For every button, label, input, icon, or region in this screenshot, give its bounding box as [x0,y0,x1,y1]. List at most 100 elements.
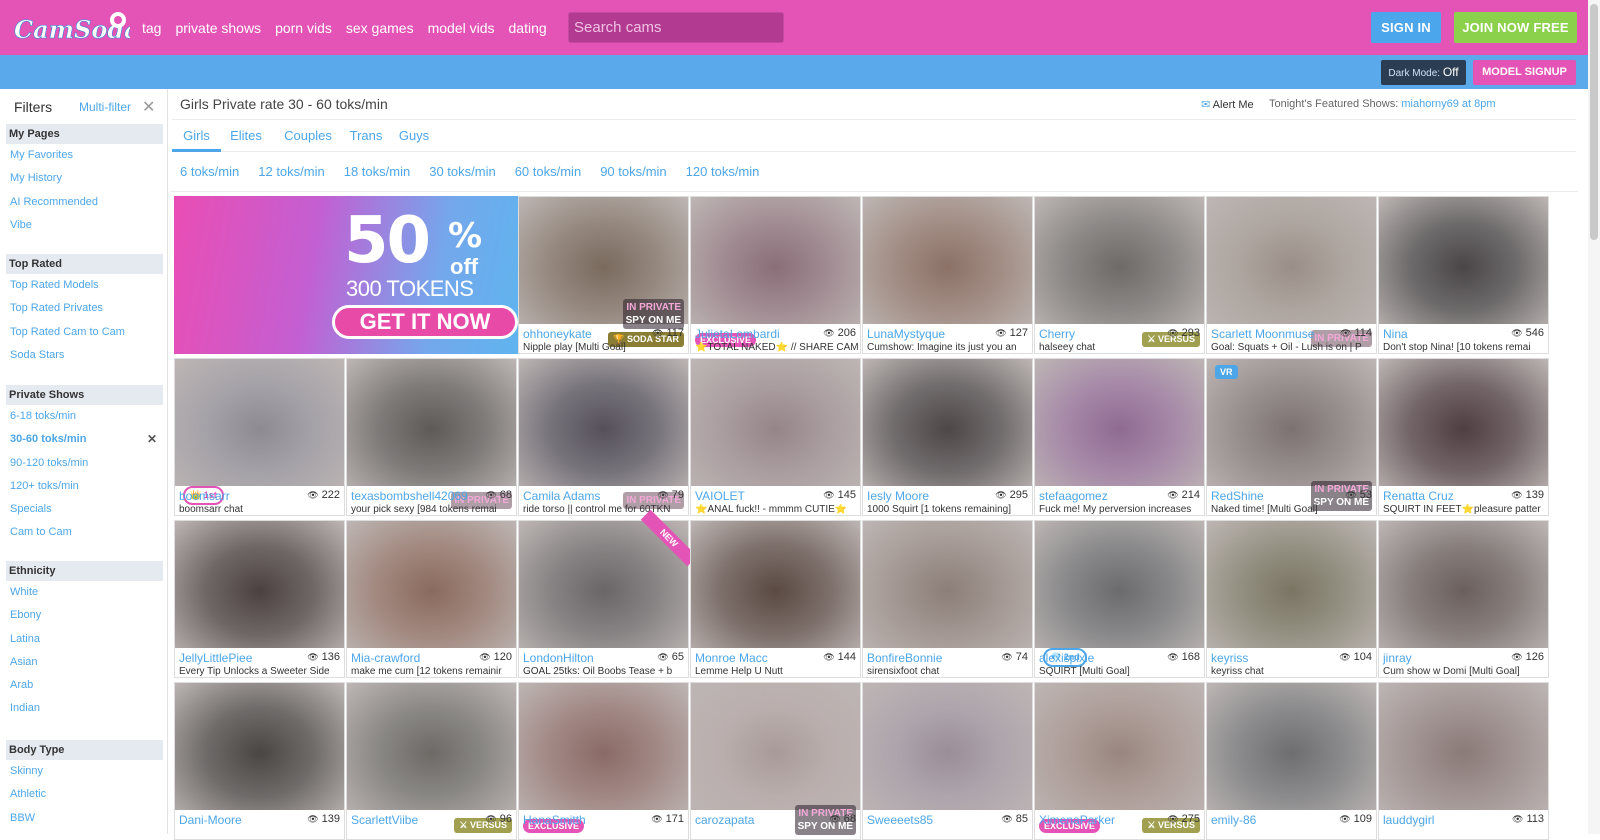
sign-in-button[interactable]: SIGN IN [1371,12,1441,43]
model-name[interactable]: RedShine [1211,489,1339,503]
cam-tile[interactable]: Dani-Moore 👁 139 [174,682,345,840]
sidebar-item-athletic[interactable]: Athletic [6,783,163,806]
cam-thumbnail[interactable] [1035,521,1204,648]
cam-thumbnail[interactable] [1207,683,1376,810]
cam-thumbnail[interactable] [347,359,516,486]
tab-couples[interactable]: Couples [278,120,338,152]
sidebar-item-6-18[interactable]: 6-18 toks/min [6,405,163,428]
cam-thumbnail[interactable] [691,359,860,486]
model-name[interactable]: Mia-crawford [351,651,479,665]
cam-thumbnail[interactable] [347,521,516,648]
model-name[interactable]: emily-86 [1211,813,1339,827]
model-name[interactable]: Monroe Macc [695,651,823,665]
cam-tile[interactable]: ⚔ VERSUS ScarlettViibe 👁 96 [346,682,517,840]
sidebar-item-my-favorites[interactable]: My Favorites [6,144,163,167]
cam-tile[interactable]: keyriss 👁 104 keyriss chat [1206,520,1377,678]
cam-thumbnail[interactable] [1379,359,1548,486]
model-name[interactable]: lauddygirl [1383,813,1511,827]
cam-thumbnail[interactable] [691,683,860,810]
cam-tile[interactable]: IN PRIVATE Camila Adams 👁 79 ride torso || c… [518,358,689,516]
model-name[interactable]: ohhoneykate [523,327,651,341]
cam-tile[interactable]: NEW LondonHilton 👁 65 GOAL 25tks: Oil Boobs … [518,509,698,678]
cam-thumbnail[interactable] [1379,521,1548,648]
cam-thumbnail[interactable] [1035,683,1204,810]
camsoda-logo[interactable]: CamSoda [10,8,130,48]
cam-tile[interactable]: IN PRIVATE SPY ON ME 🏆 SODA STAR ohhoneykat… [518,196,689,354]
multi-filter-link[interactable]: Multi-filter [79,100,131,114]
sidebar-item-my-history[interactable]: My History [6,167,163,190]
model-name[interactable]: JulietaLombardi [695,327,823,341]
model-name[interactable]: JellyLittlePiee [179,651,307,665]
rate-90[interactable]: 90 toks/min [600,164,666,179]
cam-thumbnail[interactable] [863,197,1032,324]
cam-thumbnail[interactable] [1035,359,1204,486]
cam-tile[interactable]: Nina 👁 546 Don't stop Nina! [10 tokens rema… [1378,196,1549,354]
cam-tile[interactable]: BonfireBonnie 👁 74 sirensixfoot chat [862,520,1033,678]
cam-tile[interactable]: stefaagomez 👁 214 Fuck me! My perversion in… [1034,358,1205,516]
cam-tile[interactable]: 💎 2nd alexispixie 👁 168 SQUIRT [Multi Goal] [1034,520,1205,678]
cam-tile[interactable]: IN PRIVATE texasbombshell42069 👁 68 your pic… [346,358,517,516]
sidebar-item-ebony[interactable]: Ebony [6,604,163,627]
cam-thumbnail[interactable] [175,359,344,486]
nav-dating[interactable]: dating [509,20,547,36]
cam-tile[interactable]: Sweeeets85 👁 85 [862,682,1033,840]
sidebar-item-120-plus[interactable]: 120+ toks/min [6,475,163,498]
model-name[interactable]: keyriss [1211,651,1339,665]
model-name[interactable]: texasbombshell42069 [351,489,479,503]
nav-porn-vids[interactable]: porn vids [275,20,332,36]
cam-tile[interactable]: EXCLUSIVE HanaSmitth 👁 171 [518,682,689,840]
cam-tile[interactable]: ⚔ VERSUS Cherry 👁 293 halseey chat [1034,196,1205,354]
model-name[interactable]: HanaSmitth [523,813,651,827]
model-name[interactable]: ScarlettViibe [351,813,479,827]
sidebar-item-soda-stars[interactable]: Soda Stars [6,344,163,367]
sidebar-item-skinny[interactable]: Skinny [6,760,163,783]
tab-elites[interactable]: Elites [224,120,268,152]
model-name[interactable]: BonfireBonnie [867,651,995,665]
cam-tile[interactable]: JellyLittlePiee 👁 136 Every Tip Unlocks a S… [174,520,345,678]
nav-private-shows[interactable]: private shows [175,20,261,36]
cam-thumbnail[interactable] [863,521,1032,648]
cam-tile[interactable]: VAIOLET 👁 145 ⭐ANAL fuck!! - mmmm CUTIE⭐ [690,358,861,516]
cam-thumbnail[interactable] [519,683,688,810]
sidebar-item-specials[interactable]: Specials [6,498,163,521]
close-icon[interactable]: ✕ [142,97,155,117]
sidebar-item-arab[interactable]: Arab [6,674,163,697]
cam-thumbnail[interactable] [863,683,1032,810]
sidebar-item-indian[interactable]: Indian [6,697,163,720]
cam-thumbnail[interactable] [691,197,860,324]
cam-tile[interactable]: lauddygirl 👁 113 [1378,682,1549,840]
model-name[interactable]: XimenaParker [1039,813,1167,827]
cam-thumbnail[interactable] [1035,197,1204,324]
cam-tile[interactable]: LunaMystyque 👁 127 Cumshow: Imagine its jus… [862,196,1033,354]
cam-thumbnail[interactable] [175,683,344,810]
cam-tile[interactable]: Renatta Cruz 👁 139 SQUIRT IN FEET⭐pleasure … [1378,358,1549,516]
rate-12[interactable]: 12 toks/min [258,164,324,179]
model-name[interactable]: LondonHilton [523,651,651,665]
rate-18[interactable]: 18 toks/min [344,164,410,179]
model-name[interactable]: VAIOLET [695,489,823,503]
cam-tile[interactable]: IN PRIVATE Scarlett Moonmuse 👁 114 Goal: Squ… [1206,196,1377,354]
sidebar-item-bbw[interactable]: BBW [6,807,163,830]
model-name[interactable]: Nina [1383,327,1511,341]
promo-banner[interactable]: 50 % off 300 TOKENS GET IT NOW [174,196,518,354]
sidebar-item-30-60[interactable]: 30-60 toks/min ✕ [6,428,163,451]
rate-6[interactable]: 6 toks/min [180,164,239,179]
cam-tile[interactable]: EXCLUSIVE JulietaLombardi 👁 206 ⭐TOTAL NAKED… [690,196,861,354]
model-name[interactable]: alexispixie [1039,651,1167,665]
model-name[interactable]: Dani-Moore [179,813,307,827]
nav-model-vids[interactable]: model vids [428,20,495,36]
model-name[interactable]: Cherry [1039,327,1167,341]
cam-tile[interactable]: VR IN PRIVATE SPY ON ME RedShine 👁 53 Naked ti… [1206,358,1377,516]
cam-tile[interactable]: IN PRIVATE SPY ON ME carozapata 👁 68 [690,682,861,840]
cam-thumbnail[interactable] [175,521,344,648]
model-name[interactable]: Sweeeets85 [867,813,995,827]
cam-thumbnail[interactable] [863,359,1032,486]
cam-thumbnail[interactable] [347,683,516,810]
cam-thumbnail[interactable] [1207,521,1376,648]
nav-sex-games[interactable]: sex games [346,20,414,36]
cam-tile[interactable]: Monroe Macc 👁 144 Lemme Help U Nutt [690,520,861,678]
join-now-button[interactable]: JOIN NOW FREE [1454,12,1577,43]
search-input[interactable] [568,12,784,43]
remove-filter-icon[interactable]: ✕ [147,428,157,451]
model-name[interactable]: Renatta Cruz [1383,489,1511,503]
